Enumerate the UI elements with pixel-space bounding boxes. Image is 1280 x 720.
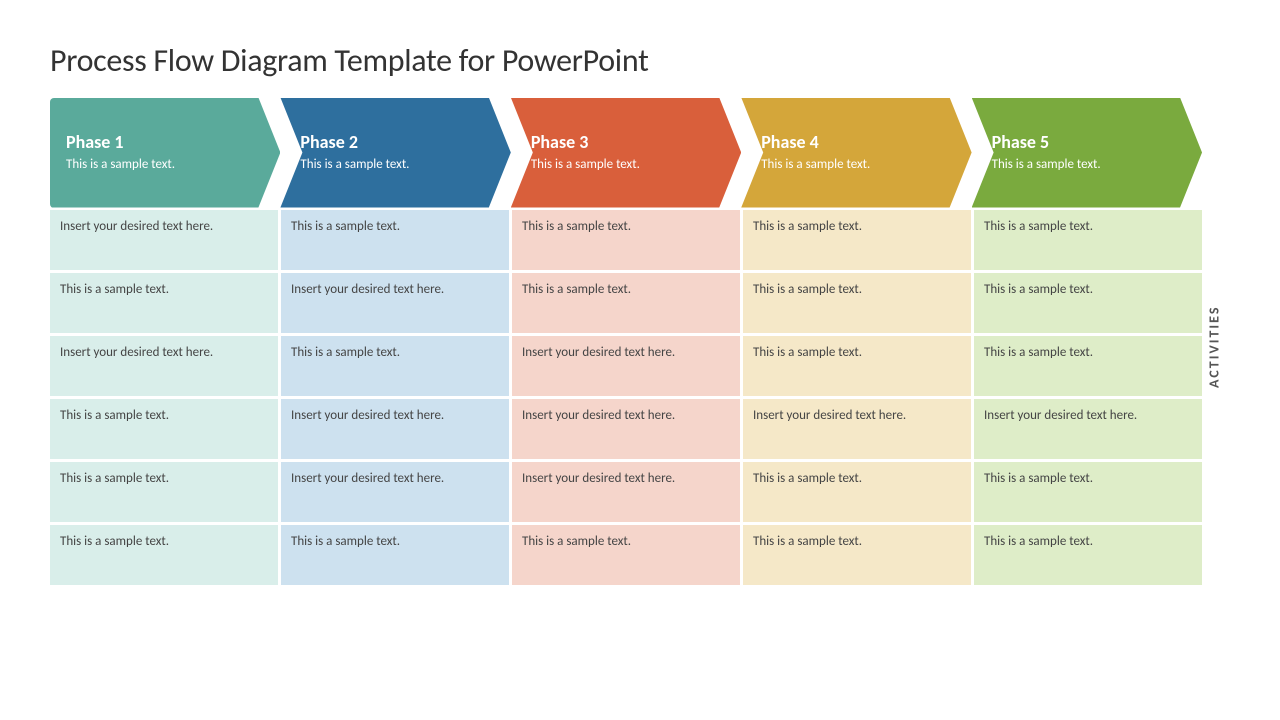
table-cell[interactable]: Insert your desired text here. — [281, 273, 509, 333]
table-cell[interactable]: Insert your desired text here. — [743, 399, 971, 459]
table-cell[interactable]: This is a sample text. — [512, 525, 740, 585]
table-row: Insert your desired text here.This is a … — [50, 336, 1202, 396]
table-cell[interactable]: This is a sample text. — [281, 210, 509, 270]
page-title: Process Flow Diagram Template for PowerP… — [50, 41, 1230, 80]
table-row: This is a sample text.Insert your desire… — [50, 462, 1202, 522]
table-cell[interactable]: This is a sample text. — [974, 210, 1202, 270]
table-cell[interactable]: This is a sample text. — [974, 525, 1202, 585]
chevron-subtitle-phase4: This is a sample text. — [761, 157, 959, 174]
table-cell[interactable]: Insert your desired text here. — [512, 399, 740, 459]
chevron-title-phase1: Phase 1 — [66, 131, 268, 153]
table-cell[interactable]: This is a sample text. — [512, 210, 740, 270]
chevron-title-phase3: Phase 3 — [531, 131, 729, 153]
table-row: This is a sample text.Insert your desire… — [50, 273, 1202, 333]
main-content: Phase 1 This is a sample text. Phase 2 This… — [50, 98, 1202, 585]
table-cell[interactable]: This is a sample text. — [974, 336, 1202, 396]
table-cell[interactable]: This is a sample text. — [743, 525, 971, 585]
slide: Process Flow Diagram Template for PowerP… — [20, 13, 1260, 708]
table-grid: Insert your desired text here.This is a … — [50, 210, 1202, 585]
table-cell[interactable]: This is a sample text. — [743, 210, 971, 270]
table-cell[interactable]: This is a sample text. — [743, 273, 971, 333]
activities-label: ACTIVITIES — [1202, 98, 1230, 585]
chevron-phase3: Phase 3 This is a sample text. — [511, 98, 741, 208]
chevron-body-phase5: Phase 5 This is a sample text. — [972, 98, 1202, 208]
chevron-phase1: Phase 1 This is a sample text. — [50, 98, 280, 208]
chevron-phase2: Phase 2 This is a sample text. — [280, 98, 510, 208]
table-cell[interactable]: This is a sample text. — [50, 273, 278, 333]
table-cell[interactable]: This is a sample text. — [50, 462, 278, 522]
table-cell[interactable]: This is a sample text. — [50, 525, 278, 585]
table-cell[interactable]: This is a sample text. — [743, 336, 971, 396]
table-cell[interactable]: Insert your desired text here. — [50, 210, 278, 270]
table-cell[interactable]: This is a sample text. — [512, 273, 740, 333]
table-cell[interactable]: This is a sample text. — [974, 462, 1202, 522]
chevron-subtitle-phase2: This is a sample text. — [300, 157, 498, 174]
table-row: This is a sample text.This is a sample t… — [50, 525, 1202, 585]
chevron-title-phase2: Phase 2 — [300, 131, 498, 153]
table-cell[interactable]: Insert your desired text here. — [974, 399, 1202, 459]
chevron-title-phase4: Phase 4 — [761, 131, 959, 153]
table-cell[interactable]: Insert your desired text here. — [281, 399, 509, 459]
table-row: Insert your desired text here.This is a … — [50, 210, 1202, 270]
table-cell[interactable]: This is a sample text. — [974, 273, 1202, 333]
chevron-body-phase4: Phase 4 This is a sample text. — [741, 98, 971, 208]
chevron-row: Phase 1 This is a sample text. Phase 2 This… — [50, 98, 1202, 208]
table-cell[interactable]: Insert your desired text here. — [512, 336, 740, 396]
chevron-subtitle-phase3: This is a sample text. — [531, 157, 729, 174]
table-cell[interactable]: This is a sample text. — [281, 525, 509, 585]
chevron-phase4: Phase 4 This is a sample text. — [741, 98, 971, 208]
chevron-body-phase3: Phase 3 This is a sample text. — [511, 98, 741, 208]
chevron-title-phase5: Phase 5 — [992, 131, 1190, 153]
chevron-body-phase2: Phase 2 This is a sample text. — [280, 98, 510, 208]
chevron-subtitle-phase1: This is a sample text. — [66, 157, 268, 174]
table-cell[interactable]: This is a sample text. — [281, 336, 509, 396]
table-cell[interactable]: Insert your desired text here. — [50, 336, 278, 396]
chevron-phase5: Phase 5 This is a sample text. — [972, 98, 1202, 208]
table-cell[interactable]: Insert your desired text here. — [281, 462, 509, 522]
diagram-area: Phase 1 This is a sample text. Phase 2 This… — [50, 98, 1230, 585]
table-cell[interactable]: This is a sample text. — [743, 462, 971, 522]
chevron-subtitle-phase5: This is a sample text. — [992, 157, 1190, 174]
table-row: This is a sample text.Insert your desire… — [50, 399, 1202, 459]
chevron-body-phase1: Phase 1 This is a sample text. — [50, 98, 280, 208]
table-cell[interactable]: This is a sample text. — [50, 399, 278, 459]
table-cell[interactable]: Insert your desired text here. — [512, 462, 740, 522]
